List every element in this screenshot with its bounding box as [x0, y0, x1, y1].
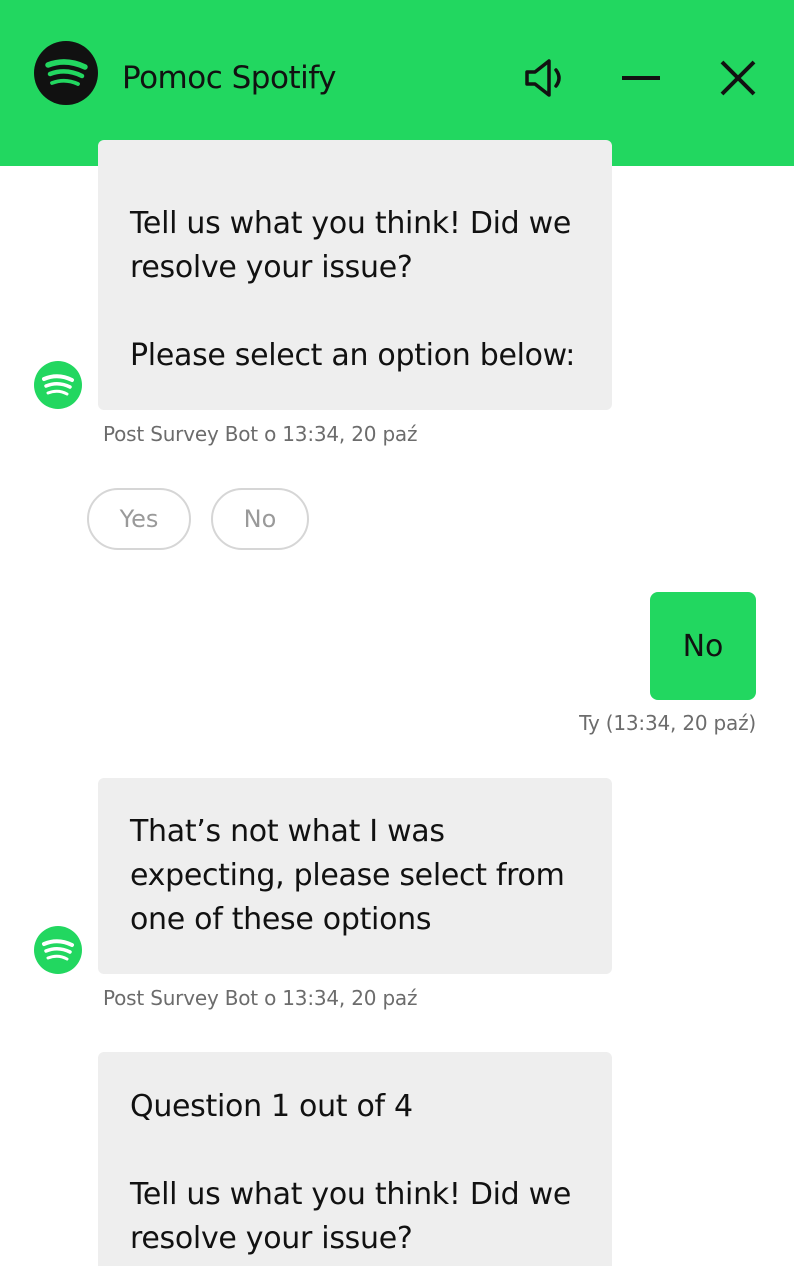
quick-reply-yes[interactable]: Yes — [87, 488, 191, 550]
quick-reply-no[interactable]: No — [211, 488, 309, 550]
close-icon — [720, 60, 756, 96]
message-line: resolve your issue? — [130, 1221, 413, 1256]
message-meta: Post Survey Bot o 13:34, 20 paź — [103, 422, 418, 446]
speaker-icon — [525, 59, 561, 97]
chat-title: Pomoc Spotify — [122, 60, 336, 96]
message-meta: Ty (13:34, 20 paź) — [579, 711, 756, 735]
bot-message-bubble: Tell us what you think! Did we resolve y… — [98, 140, 612, 410]
message-line: expecting, please select from — [130, 858, 565, 893]
sound-button[interactable] — [517, 50, 573, 106]
message-meta: Post Survey Bot o 13:34, 20 paź — [103, 986, 418, 1010]
message-line: resolve your issue? — [130, 250, 413, 285]
message-line: Tell us what you think! Did we — [130, 206, 572, 241]
message-line: Please select an option below: — [130, 338, 576, 373]
message-line: That’s not what I was — [130, 814, 445, 849]
bot-avatar-icon — [34, 361, 82, 409]
message-line: Question 1 out of 4 — [130, 1089, 413, 1124]
minimize-icon — [622, 76, 660, 80]
bot-message-bubble: Question 1 out of 4 Tell us what you thi… — [98, 1052, 612, 1266]
user-message-bubble: No — [650, 592, 756, 700]
bot-message-bubble: That’s not what I was expecting, please … — [98, 778, 612, 974]
message-line: one of these options — [130, 902, 432, 937]
spotify-logo-icon — [34, 41, 98, 105]
bot-avatar-icon — [34, 926, 82, 974]
minimize-button[interactable] — [613, 50, 669, 106]
close-button[interactable] — [710, 50, 766, 106]
message-line: Tell us what you think! Did we — [130, 1177, 572, 1212]
